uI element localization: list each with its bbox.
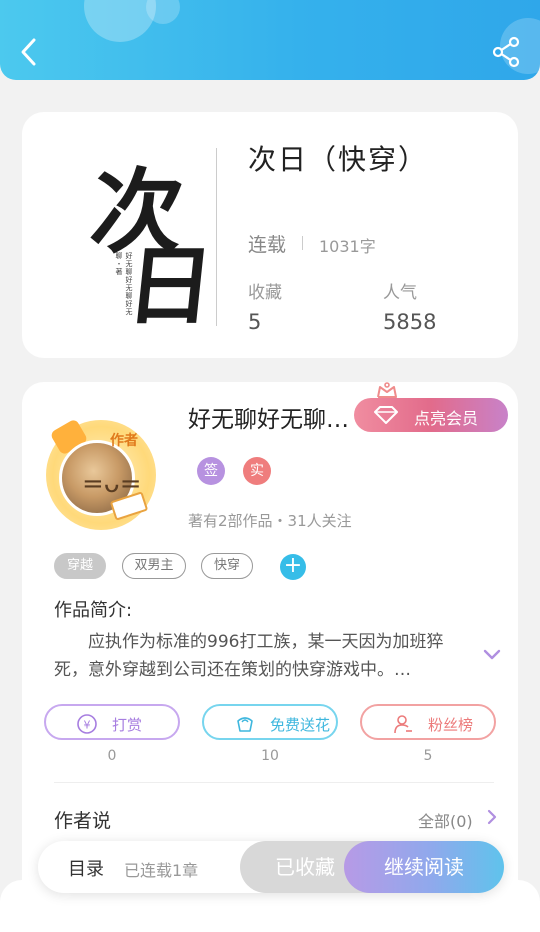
status-divider xyxy=(302,236,303,250)
fans-ranking-label: 粉丝榜 xyxy=(428,716,474,734)
author-meta: 著有2部作品・31人关注 xyxy=(188,512,352,530)
favorites-label: 收藏 xyxy=(248,283,282,303)
toc-button[interactable]: 目录 xyxy=(68,855,104,881)
reward-label: 打赏 xyxy=(112,716,143,734)
send-flower-label: 免费送花 xyxy=(270,716,331,734)
svg-text:¥: ¥ xyxy=(84,719,91,732)
favorites-value: 5 xyxy=(248,310,262,334)
fans-icon xyxy=(394,715,412,734)
chevron-down-icon[interactable] xyxy=(482,648,502,662)
fans-ranking-button[interactable]: 粉丝榜 xyxy=(360,704,496,740)
intro-label: 作品简介: xyxy=(54,600,133,621)
back-button[interactable] xyxy=(14,34,46,70)
cover-vertical-text: 好无聊好无聊好无聊・著 xyxy=(115,252,133,316)
diamond-icon xyxy=(374,406,398,424)
signed-badge: 签 xyxy=(197,457,225,485)
bottom-action-bar: 目录 已连载1章 已收藏 继续阅读 xyxy=(38,841,504,893)
avatar[interactable]: =ᴗ= 作者 xyxy=(46,418,156,530)
fans-count: 5 xyxy=(423,748,433,764)
popularity-value: 5858 xyxy=(383,310,437,334)
author-say-heading: 作者说 xyxy=(54,810,112,832)
vip-button[interactable]: 点亮会员 xyxy=(354,398,508,432)
book-info-card: 次 日 好无聊好无聊好无聊・著 次日（快穿） 连载 1031字 收藏 5 人气 … xyxy=(22,112,518,358)
cover-glyph: 日 xyxy=(121,236,219,337)
author-card: =ᴗ= 作者 好无聊好无聊… 点亮会员 签 实 著有2部作品・31人关注 穿越 … xyxy=(22,382,518,902)
cover-divider xyxy=(216,148,217,326)
send-flower-button[interactable]: 免费送花 xyxy=(202,704,338,740)
yen-icon: ¥ xyxy=(77,714,97,734)
book-cover[interactable]: 次 日 好无聊好无聊好无聊・著 xyxy=(84,132,240,337)
popularity-label: 人气 xyxy=(383,283,417,303)
word-count: 1031字 xyxy=(319,237,376,256)
avatar-author-tag: 作者 xyxy=(110,433,138,449)
author-say-all-link[interactable]: 全部(0) xyxy=(418,808,473,832)
add-tag-button[interactable]: + xyxy=(280,554,306,580)
chevron-right-icon[interactable] xyxy=(486,808,498,826)
reward-button[interactable]: ¥ 打赏 xyxy=(44,704,180,740)
tag-chip[interactable]: 双男主 xyxy=(122,553,186,579)
chevron-left-icon xyxy=(21,38,36,66)
verified-badge: 实 xyxy=(243,457,271,485)
flower-icon xyxy=(237,717,253,732)
flower-count: 10 xyxy=(261,748,279,764)
tag-chip[interactable]: 快穿 xyxy=(201,553,253,579)
author-name[interactable]: 好无聊好无聊… xyxy=(188,400,349,434)
divider xyxy=(54,782,494,783)
vip-button-label: 点亮会员 xyxy=(414,409,479,428)
continue-reading-button[interactable]: 继续阅读 xyxy=(344,841,504,893)
reward-count: 0 xyxy=(107,748,117,764)
top-header xyxy=(0,0,540,80)
chapter-count: 已连载1章 xyxy=(124,861,199,880)
intro-text: 应执作为标准的996打工族，某一天因为加班猝死，意外穿越到公司还在策划的快穿游戏… xyxy=(54,632,444,680)
book-status: 连载 xyxy=(248,234,287,256)
book-title: 次日（快穿） xyxy=(248,143,429,176)
share-icon xyxy=(492,36,520,68)
share-button[interactable] xyxy=(490,36,524,68)
tag-chip[interactable]: 穿越 xyxy=(54,553,106,579)
